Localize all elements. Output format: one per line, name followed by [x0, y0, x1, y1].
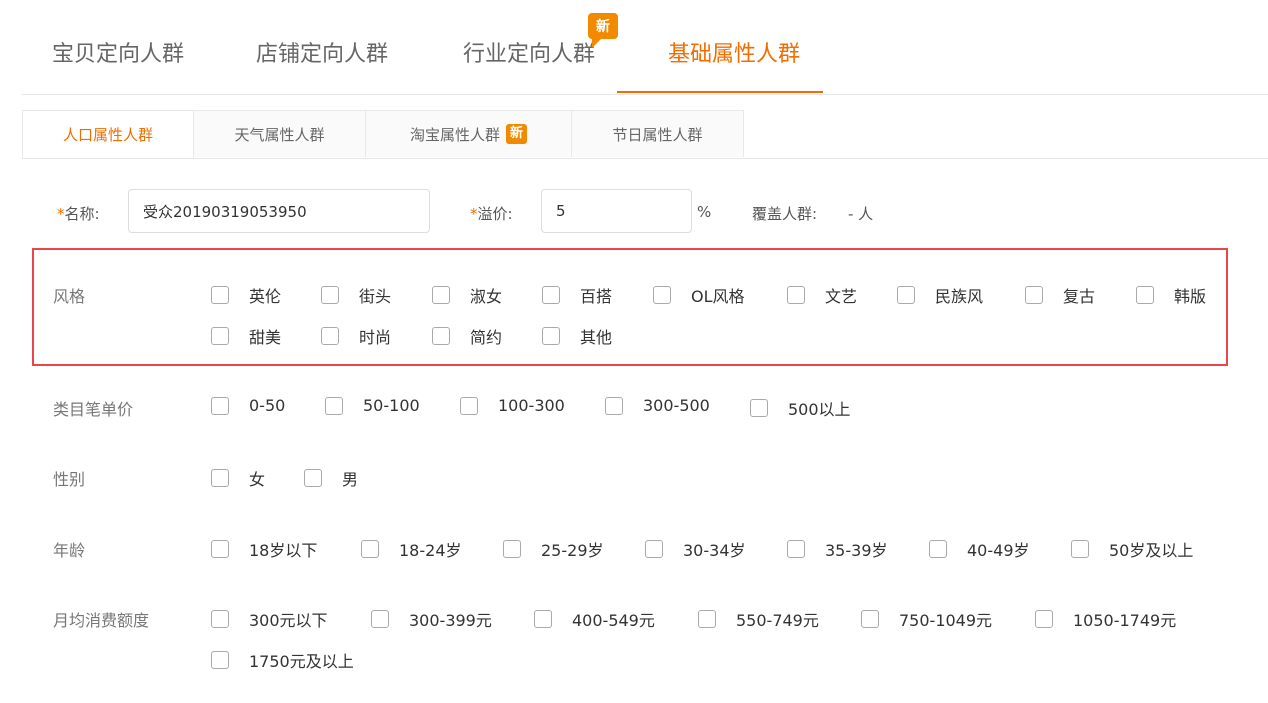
premium-input[interactable]: 5: [541, 189, 692, 233]
checkbox-option[interactable]: 简约: [432, 324, 502, 348]
age-label: 年龄: [53, 541, 86, 560]
checkbox[interactable]: [304, 469, 322, 487]
checkbox-option[interactable]: 18岁以下: [211, 537, 317, 561]
subtab-demographics[interactable]: 人口属性人群: [22, 110, 194, 158]
checkbox-option[interactable]: 750-1049元: [861, 607, 992, 631]
checkbox[interactable]: [1025, 286, 1043, 304]
checkbox[interactable]: [897, 286, 915, 304]
sub-tab-bar: 人口属性人群 天气属性人群 淘宝属性人群新 节日属性人群: [22, 110, 1268, 159]
checkbox[interactable]: [325, 396, 343, 415]
checkbox[interactable]: [211, 610, 229, 628]
checkbox-option[interactable]: 50岁及以上: [1071, 537, 1193, 561]
checkbox-option[interactable]: 550-749元: [698, 607, 819, 631]
checkbox-option[interactable]: 300-500: [605, 396, 710, 415]
checkbox[interactable]: [929, 540, 947, 558]
checkbox[interactable]: [371, 610, 389, 628]
checkbox-option[interactable]: OL风格: [653, 283, 745, 307]
spend-label: 月均消费额度: [53, 611, 150, 630]
subtab-label: 天气属性人群: [234, 125, 325, 144]
checkbox-option[interactable]: 时尚: [321, 324, 391, 348]
checkbox-option[interactable]: 500以上: [750, 396, 851, 420]
checkbox-option[interactable]: 复古: [1025, 283, 1095, 307]
checkbox-option[interactable]: 男: [304, 466, 358, 490]
checkbox-option[interactable]: 百搭: [542, 283, 612, 307]
checkbox[interactable]: [211, 286, 229, 304]
checkbox[interactable]: [750, 399, 768, 417]
subtab-taobao[interactable]: 淘宝属性人群新: [365, 110, 572, 157]
checkbox-option[interactable]: 100-300: [460, 396, 565, 415]
checkbox[interactable]: [460, 396, 478, 415]
checkbox[interactable]: [211, 540, 229, 558]
top-tab-bar: [22, 0, 1268, 95]
checkbox[interactable]: [211, 651, 229, 669]
checkbox-option[interactable]: 女: [211, 466, 265, 490]
subtab-label: 人口属性人群: [62, 126, 153, 144]
checkbox[interactable]: [605, 396, 623, 415]
tab-basic-attributes[interactable]: 基础属性人群: [668, 36, 800, 68]
checkbox[interactable]: [534, 610, 552, 628]
checkbox-option[interactable]: 1750元及以上: [211, 648, 354, 672]
name-label: *名称:: [57, 205, 100, 223]
gender-label: 性别: [53, 470, 86, 489]
checkbox-option[interactable]: 30-34岁: [645, 537, 746, 561]
checkbox-option[interactable]: 韩版: [1136, 283, 1206, 307]
checkbox-option[interactable]: 300-399元: [371, 607, 492, 631]
checkbox[interactable]: [503, 540, 521, 558]
checkbox[interactable]: [211, 469, 229, 487]
checkbox-option[interactable]: 英伦: [211, 283, 281, 307]
new-badge: 新: [506, 124, 528, 144]
name-input[interactable]: 受众20190319053950: [128, 189, 430, 233]
subtab-weather[interactable]: 天气属性人群: [193, 110, 366, 157]
checkbox[interactable]: [1071, 540, 1089, 558]
coverage-label: 覆盖人群:: [752, 205, 818, 223]
tab-industry-targeting[interactable]: 行业定向人群: [463, 36, 595, 68]
checkbox-option[interactable]: 淑女: [432, 283, 502, 307]
price-label: 类目笔单价: [53, 400, 134, 419]
checkbox[interactable]: [432, 286, 450, 304]
checkbox[interactable]: [542, 286, 560, 304]
checkbox[interactable]: [211, 396, 229, 415]
checkbox[interactable]: [1136, 286, 1154, 304]
checkbox[interactable]: [542, 327, 560, 345]
checkbox[interactable]: [645, 540, 663, 558]
checkbox-option[interactable]: 0-50: [211, 396, 285, 415]
checkbox-option[interactable]: 35-39岁: [787, 537, 888, 561]
checkbox[interactable]: [787, 286, 805, 304]
checkbox[interactable]: [321, 327, 339, 345]
coverage-value: - 人: [848, 205, 874, 223]
checkbox-option[interactable]: 1050-1749元: [1035, 607, 1176, 631]
checkbox[interactable]: [787, 540, 805, 558]
checkbox-option[interactable]: 其他: [542, 324, 612, 348]
checkbox-option[interactable]: 街头: [321, 283, 391, 307]
checkbox-option[interactable]: 民族风: [897, 283, 983, 307]
new-badge: 新: [588, 13, 618, 48]
checkbox-option[interactable]: 18-24岁: [361, 537, 462, 561]
checkbox[interactable]: [653, 286, 671, 304]
checkbox[interactable]: [1035, 610, 1053, 628]
tab-item-targeting[interactable]: 宝贝定向人群: [52, 36, 184, 68]
subtab-label: 淘宝属性人群: [409, 125, 500, 144]
subtab-holiday[interactable]: 节日属性人群: [571, 110, 744, 157]
checkbox-option[interactable]: 400-549元: [534, 607, 655, 631]
checkbox[interactable]: [698, 610, 716, 628]
tab-shop-targeting[interactable]: 店铺定向人群: [256, 36, 388, 68]
checkbox[interactable]: [361, 540, 379, 558]
style-label: 风格: [53, 287, 86, 306]
checkbox[interactable]: [432, 327, 450, 345]
active-tab-indicator: [617, 91, 823, 93]
highlight-box: [32, 248, 1228, 366]
premium-label: *溢价:: [470, 205, 513, 223]
checkbox-option[interactable]: 300元以下: [211, 607, 328, 631]
checkbox[interactable]: [321, 286, 339, 304]
checkbox-option[interactable]: 文艺: [787, 283, 857, 307]
checkbox-option[interactable]: 40-49岁: [929, 537, 1030, 561]
checkbox[interactable]: [861, 610, 879, 628]
subtab-label: 节日属性人群: [612, 125, 703, 144]
checkbox-option[interactable]: 25-29岁: [503, 537, 604, 561]
checkbox-option[interactable]: 50-100: [325, 396, 420, 415]
checkbox[interactable]: [211, 327, 229, 345]
percent-unit: %: [697, 203, 712, 221]
checkbox-option[interactable]: 甜美: [211, 324, 281, 348]
